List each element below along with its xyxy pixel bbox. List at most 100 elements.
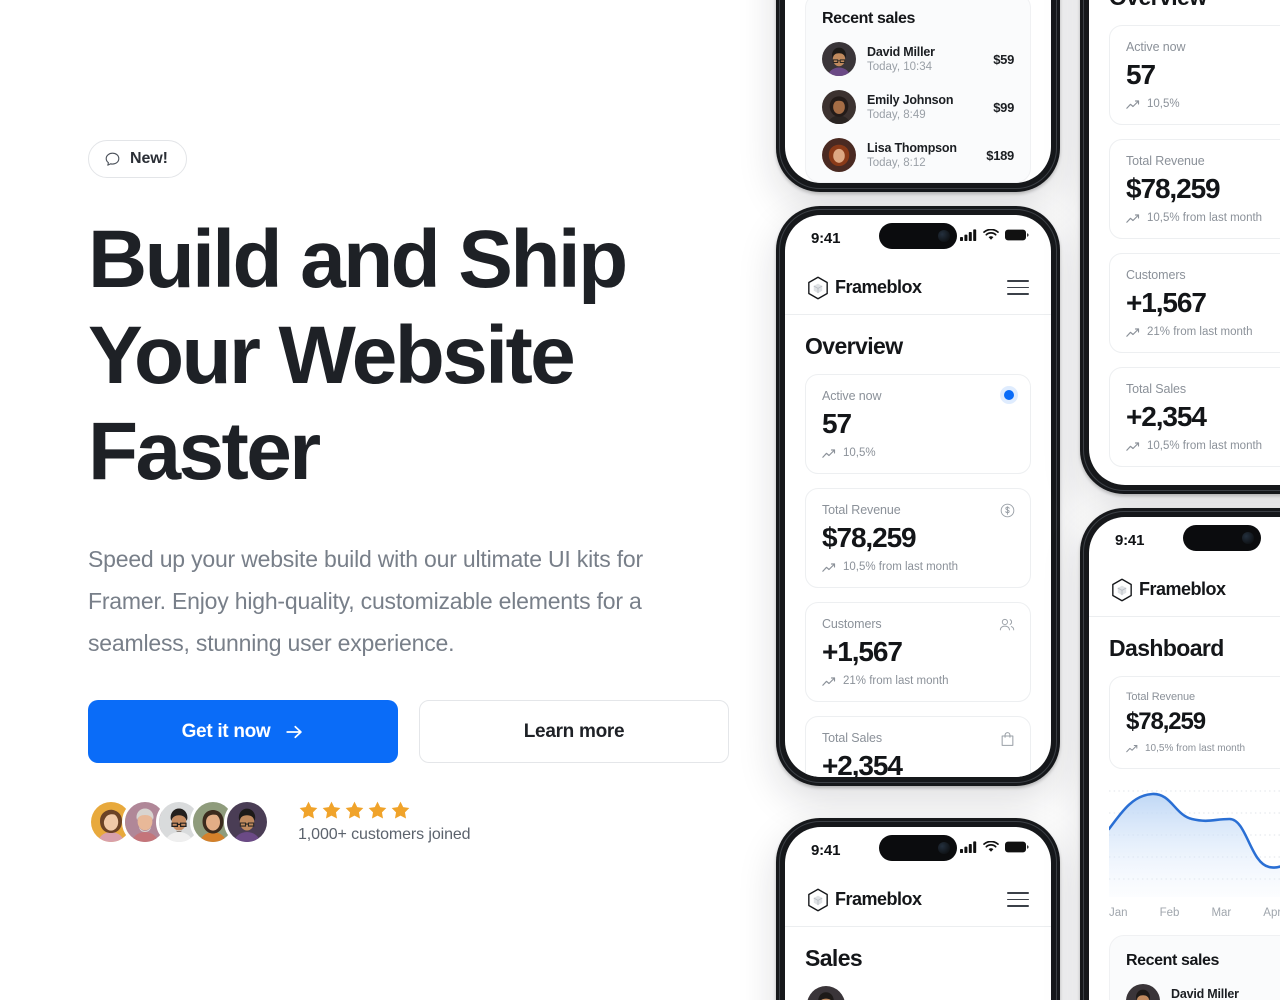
get-it-now-label: Get it now <box>181 720 271 742</box>
metric-label: Active now <box>1126 40 1186 54</box>
status-time: 9:41 <box>811 229 841 247</box>
dynamic-island <box>879 223 957 249</box>
recent-sales-card: Recent sales David Miller <box>805 0 1031 183</box>
metric-label: Customers <box>822 617 882 631</box>
brand-name: Frameblox <box>835 277 922 297</box>
metric-delta: 10,5% from last month <box>822 561 1014 573</box>
customer-name: Lisa Thompson <box>867 141 957 155</box>
metric-label: Total Revenue <box>822 503 901 517</box>
trend-up-icon <box>1126 327 1141 338</box>
star-icon <box>390 800 411 821</box>
hamburger-menu-icon[interactable] <box>1007 892 1029 907</box>
new-badge[interactable]: New! <box>88 140 187 178</box>
metric-card-customers[interactable]: Customers +1,567 21% from last month <box>805 602 1031 702</box>
axis-tick: Feb <box>1159 907 1180 919</box>
metric-value: +2,354 <box>822 750 903 777</box>
hero-landing-page: New! Build and Ship Your Website Faster … <box>0 0 1280 1000</box>
brand-logo[interactable]: Frameblox <box>807 276 922 300</box>
avatar <box>1126 984 1160 1000</box>
frameblox-hexagon-logo-icon <box>807 276 829 300</box>
dashboard-page: Dashboard Total Revenue $78,259 10,5% fr… <box>1089 617 1280 1000</box>
axis-tick: Apr <box>1263 907 1280 919</box>
metric-delta: 10,5% from last month <box>1126 440 1280 452</box>
list-item[interactable]: David Miller Today, 10:34 $59 <box>822 42 1014 76</box>
metric-card-active-now[interactable]: Active now 57 10,5% <box>805 374 1031 474</box>
trend-up-icon <box>1126 441 1141 452</box>
phone-screen: 9:41 <box>785 215 1051 777</box>
star-icon <box>298 800 319 821</box>
wifi-icon <box>983 229 999 241</box>
metric-value: 57 <box>1126 59 1156 90</box>
list-item[interactable]: David Miller $59 <box>807 986 1029 1000</box>
sale-amount: $59 <box>993 51 1014 67</box>
users-icon <box>999 617 1015 632</box>
star-icon <box>321 800 342 821</box>
metric-label: Total Sales <box>1126 382 1187 396</box>
metric-delta-label: 10,5% from last month <box>1145 743 1246 754</box>
metric-card-customers[interactable]: Customers +1,567 21% from last month <box>1109 253 1280 353</box>
trend-up-icon <box>822 562 837 573</box>
brand-logo[interactable]: Frameblox <box>807 888 922 912</box>
rating-block: 1,000+ customers joined <box>298 800 471 844</box>
metric-card-total-revenue[interactable]: Total Revenue $78,259 10,5% from last mo… <box>805 488 1031 588</box>
new-badge-label: New! <box>130 150 168 167</box>
star-icon <box>367 800 388 821</box>
dollar-circle-icon <box>1000 503 1015 518</box>
customer-name: David Miller <box>1171 987 1239 1000</box>
metric-card-total-revenue[interactable]: Total Revenue $78,259 10,5% from last mo… <box>1109 139 1280 239</box>
phone-screen: Jan Feb Mar Apr May Jun Recent sales <box>785 0 1051 183</box>
sale-amount: $99 <box>993 99 1014 115</box>
list-item[interactable]: Emily Johnson Today, 8:49 $99 <box>822 90 1014 124</box>
recent-sales-title: Recent sales <box>822 10 916 27</box>
page-title: Build and Ship Your Website Faster <box>88 214 628 497</box>
metric-label: Total Sales <box>822 731 883 745</box>
metric-delta-label: 10,5% <box>843 447 876 459</box>
app-header: Frameblox <box>1089 563 1280 617</box>
app-header: Frameblox <box>785 873 1051 927</box>
metric-value: +2,354 <box>1126 401 1207 432</box>
metric-delta-label: 21% from last month <box>1147 326 1253 338</box>
metric-card-total-sales[interactable]: Total Sales +2,354 10,5% from last month <box>1109 367 1280 467</box>
phone-screen: 9:41 <box>785 827 1051 1000</box>
metric-delta-label: 10,5% <box>1147 98 1180 110</box>
avatar <box>822 42 856 76</box>
cellular-signal-icon <box>960 229 977 241</box>
phone-mockup-overview: 9:41 Frameblox Overview Active now 57 10… <box>776 206 1060 786</box>
get-it-now-button[interactable]: Get it now <box>88 700 398 763</box>
dynamic-island <box>879 835 957 861</box>
axis-tick: Jan <box>1109 907 1128 919</box>
social-proof: 1,000+ customers joined <box>88 799 748 845</box>
customers-joined-label: 1,000+ customers joined <box>298 826 471 843</box>
recent-sales-card: Recent sales David Miller <box>1109 935 1280 1000</box>
learn-more-button[interactable]: Learn more <box>419 700 729 763</box>
metric-value: $78,259 <box>822 522 917 553</box>
wifi-icon <box>983 841 999 853</box>
shopping-bag-icon <box>1000 731 1015 747</box>
metric-delta-label: 10,5% from last month <box>843 561 959 573</box>
brand-logo[interactable]: Frameblox <box>1111 578 1226 602</box>
hamburger-menu-icon[interactable] <box>1007 280 1029 295</box>
phone-mockup-sales: 9:41 Frameblox Sales <box>776 818 1060 1000</box>
metric-label: Total Revenue <box>1126 691 1196 703</box>
list-item[interactable]: Lisa Thompson Today, 8:12 $189 <box>822 138 1014 172</box>
overview-page: Overview Active now 57 10,5% Total Reven… <box>785 315 1051 777</box>
metric-value: $78,259 <box>1126 708 1206 735</box>
list-item[interactable]: David Miller Today, 10:34 $59 <box>1126 984 1280 1000</box>
metric-value: 57 <box>822 408 852 439</box>
metric-card-active-now[interactable]: Active now 57 10,5% <box>1109 25 1280 125</box>
sale-time: Today, 10:34 <box>867 61 933 73</box>
sale-time: Today, 8:12 <box>867 157 926 169</box>
recent-sales-title: Recent sales <box>1126 952 1220 969</box>
metric-delta: 10,5% from last month <box>1126 743 1280 754</box>
metric-delta: 10,5% <box>822 447 1014 459</box>
metric-card-total-revenue[interactable]: Total Revenue $78,259 10,5% from last mo… <box>1109 676 1280 769</box>
metric-card-total-sales[interactable]: Total Sales +2,354 10,5% from last month <box>805 716 1031 777</box>
cta-button-group: Get it now Learn more <box>88 700 748 763</box>
customer-name: David Miller <box>867 45 935 59</box>
metric-delta-label: 10,5% from last month <box>1147 440 1263 452</box>
metric-value: $78,259 <box>1126 173 1221 204</box>
metric-delta: 10,5% from last month <box>1126 212 1280 224</box>
frameblox-hexagon-logo-icon <box>807 888 829 912</box>
phone-mockup-recent-sales: Jan Feb Mar Apr May Jun Recent sales <box>776 0 1060 192</box>
battery-icon <box>1005 841 1029 853</box>
